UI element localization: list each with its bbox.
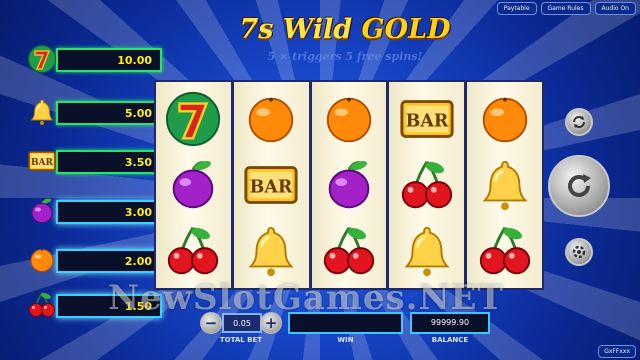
paytable-row-bar: 3.50 BAR xyxy=(22,146,162,178)
bell-symbol xyxy=(473,155,537,215)
fullscreen-button[interactable]: GxFFxxx xyxy=(598,345,636,358)
paytable-value-box: 2.00 xyxy=(56,249,162,273)
cherry-icon xyxy=(22,290,66,322)
orange-symbol xyxy=(473,89,537,149)
autoplay-icon xyxy=(573,116,585,128)
bar-symbol: BAR xyxy=(395,89,459,149)
seven-icon xyxy=(22,44,66,76)
bell-icon xyxy=(22,97,66,129)
paytable-value: 2.00 xyxy=(124,255,152,268)
bell-symbol xyxy=(395,221,459,281)
reels-area: BAR BAR xyxy=(154,80,544,290)
top-menu: Paytable Game Rules Audio On xyxy=(493,0,640,17)
paytable-row-plum: 3.00 xyxy=(22,196,162,228)
paytable-value-box: 10.00 xyxy=(56,48,162,72)
spin-icon xyxy=(568,174,591,197)
plum-symbol xyxy=(317,155,381,215)
increase-bet-button[interactable]: + xyxy=(260,312,282,334)
title-gold-text: GOLD xyxy=(361,14,451,45)
audio-toggle-button[interactable]: Audio On xyxy=(594,2,636,15)
reel-5 xyxy=(467,82,542,288)
paytable-value: 5.00 xyxy=(124,107,152,120)
game-stage: Paytable Game Rules Audio On 7s Wild GOL… xyxy=(0,0,640,360)
reel-3 xyxy=(311,82,387,288)
reel-4: BAR xyxy=(389,82,465,288)
win-label: WIN xyxy=(337,336,354,344)
paytable-value-box: 5.00 xyxy=(56,101,162,125)
cherry-symbol xyxy=(161,221,225,281)
svg-text:BAR: BAR xyxy=(250,178,293,198)
bar-symbol: BAR xyxy=(239,155,303,215)
paytable-row-bell: 5.00 xyxy=(22,97,162,129)
paytable-value: 3.50 xyxy=(124,156,152,169)
game-title: 7s Wild GOLD xyxy=(230,14,460,45)
plum-icon xyxy=(22,196,66,228)
plum-symbol xyxy=(161,155,225,215)
balance-label: BALANCE xyxy=(431,336,469,344)
paytable-value-box: 3.00 xyxy=(56,200,162,224)
svg-text:BAR: BAR xyxy=(31,158,54,168)
cherry-symbol xyxy=(395,155,459,215)
cherry-symbol xyxy=(473,221,537,281)
paytable-button[interactable]: Paytable xyxy=(496,2,537,15)
gear-icon xyxy=(572,245,586,259)
bet-value: 0.05 xyxy=(222,313,262,333)
paytable-value: 10.00 xyxy=(117,54,152,67)
reel-2: BAR xyxy=(233,82,309,288)
settings-button[interactable] xyxy=(565,238,593,266)
orange-symbol xyxy=(239,89,303,149)
cherry-symbol xyxy=(317,221,381,281)
paytable-value: 3.00 xyxy=(124,206,152,219)
autoplay-button[interactable] xyxy=(565,108,593,136)
bell-symbol xyxy=(239,221,303,281)
win-field xyxy=(288,312,403,334)
paytable-row-orange: 2.00 xyxy=(22,245,162,277)
seven-symbol xyxy=(161,89,225,149)
free-spins-subtitle: 5 × triggers 5 free spins! xyxy=(267,50,423,63)
bar-icon: BAR xyxy=(22,146,66,178)
balance-field: 99999.90 xyxy=(410,312,490,334)
reel-1 xyxy=(156,82,231,288)
svg-text:BAR: BAR xyxy=(405,112,448,132)
decrease-bet-button[interactable]: − xyxy=(200,312,222,334)
total-bet-label: TOTAL BET xyxy=(219,336,263,344)
title-text: 7s Wild xyxy=(239,14,353,45)
paytable-value-box: 3.50 xyxy=(56,150,162,174)
spin-button[interactable] xyxy=(548,155,610,217)
paytable-row-seven: 10.00 xyxy=(22,44,162,76)
orange-symbol xyxy=(317,89,381,149)
orange-icon xyxy=(22,245,66,277)
game-rules-button[interactable]: Game Rules xyxy=(540,2,591,15)
